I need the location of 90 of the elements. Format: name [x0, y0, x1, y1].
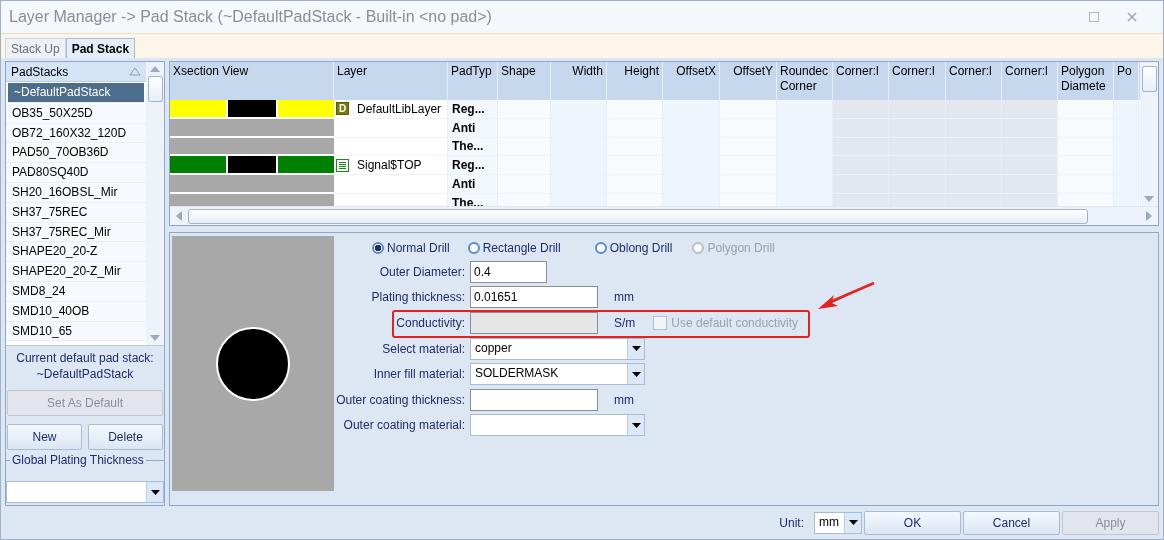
window-title: Layer Manager -> Pad Stack (~DefaultPadStack - Built-in <no pad>) [9, 8, 493, 26]
column-header[interactable]: Layer [334, 62, 448, 100]
field-label: Conductivity: [395, 316, 466, 330]
input-field[interactable]: 0.4 [470, 260, 547, 283]
default-layer-icon: D [336, 102, 349, 116]
plating-dropdown[interactable] [6, 481, 164, 503]
unit-dropdown[interactable]: mm [814, 511, 862, 534]
table-cell: Reg... [452, 101, 485, 116]
button[interactable]: OK [864, 510, 961, 535]
table-cell[interactable] [720, 100, 777, 119]
unit-label: mm [614, 290, 634, 305]
table-cell[interactable] [663, 100, 720, 119]
list-item[interactable]: PAD80SQ40D [6, 163, 146, 183]
dropdown-arrow-icon [631, 346, 641, 352]
table-cell [1002, 100, 1058, 119]
radio-option[interactable]: Rectangle Drill [467, 241, 561, 255]
input-field[interactable]: 0.01651 [470, 286, 598, 309]
table-cell [889, 100, 946, 119]
button[interactable]: Cancel [963, 510, 1060, 535]
scroll-thumb[interactable] [188, 208, 1088, 224]
unit-label: mm [614, 392, 634, 407]
table-cell[interactable] [1114, 156, 1139, 176]
dropdown[interactable]: copper [470, 337, 645, 360]
button[interactable]: Delete [88, 424, 163, 450]
close-icon[interactable] [1127, 12, 1137, 22]
dropdown-arrow-icon [150, 489, 160, 495]
unit-label: Unit: [779, 515, 804, 530]
field-label: Outer Diameter: [378, 264, 466, 279]
table-cell: The... [452, 139, 484, 154]
list-item[interactable]: SH37_75REC_Mir [6, 222, 146, 243]
list-item[interactable]: SMD8_24 [6, 281, 146, 302]
dropdown[interactable]: SOLDERMASK [470, 363, 645, 386]
field-label: Select material: [381, 341, 466, 356]
table-cell[interactable] [607, 100, 663, 119]
table-cell: Signal$TOP [357, 158, 422, 173]
signal-layer-icon [336, 158, 349, 172]
scrollbar[interactable] [170, 206, 1158, 225]
list-item[interactable]: SMD10_40OB [6, 301, 146, 322]
scroll-left-icon[interactable] [176, 211, 182, 221]
scroll-thumb[interactable] [147, 76, 163, 102]
maximize-icon[interactable] [1089, 12, 1099, 22]
dropdown-arrow-icon [631, 422, 641, 428]
list-item[interactable]: PAD50_70OB36D [6, 143, 146, 164]
table-cell[interactable] [498, 100, 551, 119]
unit-label: S/m [614, 316, 636, 330]
current-default-label: Current default pad stack: [16, 350, 154, 366]
table-cell[interactable] [1058, 100, 1114, 119]
scroll-down-icon[interactable] [1144, 196, 1154, 202]
list-item[interactable]: SH20_16OBSL_Mir [6, 183, 146, 203]
list-item[interactable]: SHAPE20_20-Z_Mir [6, 262, 146, 282]
list-item[interactable]: OB35_50X25D [6, 103, 146, 124]
table-cell: Reg... [452, 158, 485, 173]
scroll-thumb[interactable] [1141, 66, 1157, 92]
table-cell: Anti [452, 120, 476, 135]
tab[interactable]: Stack Up [5, 38, 66, 58]
button[interactable]: New [7, 424, 82, 450]
table-cell[interactable] [551, 100, 607, 119]
dropdown-arrow-icon [631, 371, 641, 377]
list-item[interactable]: SHAPE20_20-Z [6, 242, 146, 263]
list-item[interactable]: ~DefaultPadStack [8, 83, 144, 103]
field-label: Outer coating thickness: [335, 392, 466, 407]
scroll-up-icon[interactable] [150, 66, 160, 72]
list-item[interactable]: SH37_75REC [6, 202, 146, 223]
table-cell[interactable] [1114, 100, 1139, 119]
table-cell [946, 100, 1002, 119]
pointer-arrow [816, 281, 876, 311]
scrollbar[interactable] [146, 62, 164, 345]
list-item[interactable]: OB72_160X32_120D [6, 123, 146, 144]
current-default-value: ~DefaultPadStack [36, 366, 134, 382]
input-field[interactable] [470, 388, 598, 411]
field-label: Plating thickness: [370, 290, 466, 305]
dropdown-arrow-icon [848, 520, 858, 525]
table-cell[interactable] [1114, 175, 1139, 194]
table-cell[interactable] [777, 100, 833, 119]
field-label: Inner fill material: [372, 367, 466, 382]
list-item[interactable]: SMD10_65 [6, 321, 146, 342]
table-cell: Anti [452, 177, 476, 192]
tab[interactable]: Pad Stack [65, 38, 136, 58]
radio-option[interactable]: Oblong Drill [594, 241, 673, 255]
scroll-right-icon[interactable] [1146, 211, 1152, 221]
field-label: Outer coating material: [342, 418, 466, 433]
table-cell: DefaultLibLayer [357, 101, 442, 116]
group-title: Global Plating Thickness [10, 453, 146, 467]
scrollbar[interactable] [1140, 62, 1158, 206]
radio-option[interactable]: Normal Drill [372, 241, 450, 255]
table-cell [833, 100, 889, 119]
scroll-down-icon[interactable] [150, 335, 160, 341]
sort-icon [129, 67, 141, 76]
dropdown[interactable] [470, 414, 645, 437]
column-header[interactable]: PadStacks [6, 62, 146, 82]
